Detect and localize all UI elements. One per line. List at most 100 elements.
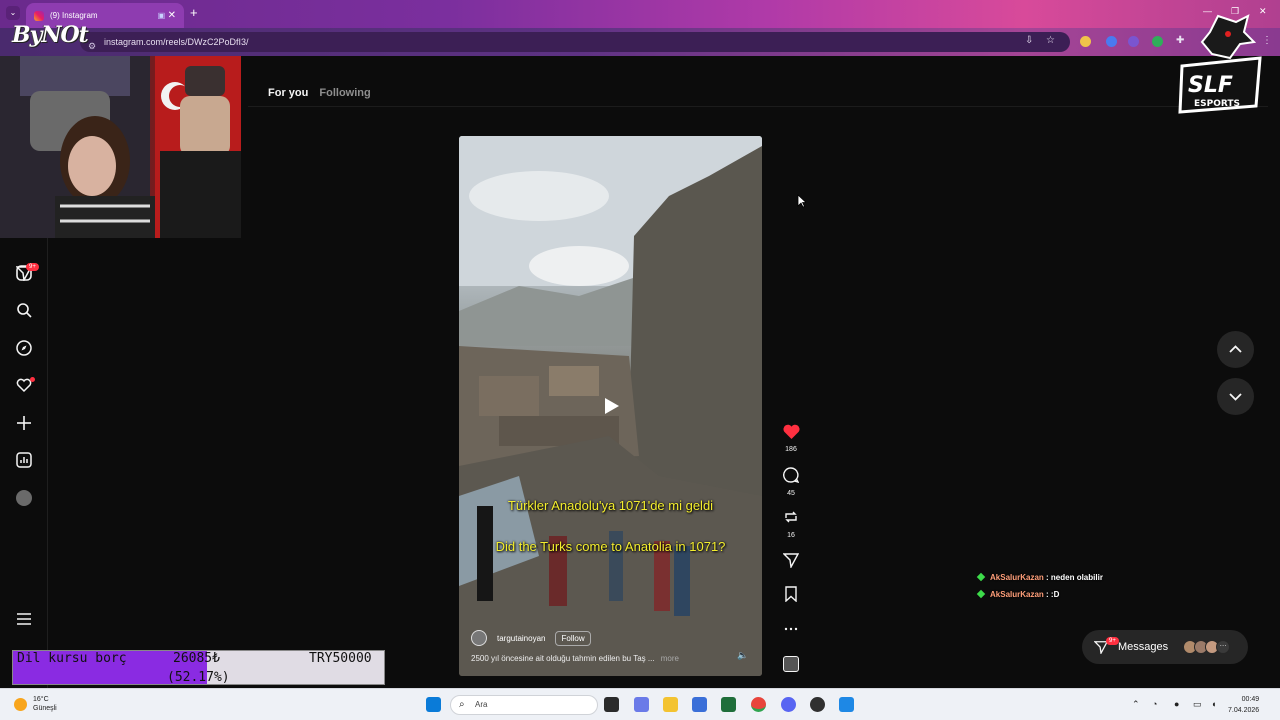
follow-button[interactable]: Follow	[555, 630, 591, 646]
tab-for-you[interactable]: For you	[268, 87, 308, 99]
goal-target: TRY50000	[309, 651, 372, 666]
comment-icon[interactable]	[783, 467, 800, 484]
chat-platform-icon	[976, 572, 986, 582]
slf-esports-logo: SLF ESPORTS	[1178, 14, 1262, 114]
bookmark-star-icon[interactable]: ☆	[1046, 35, 1055, 46]
install-app-icon[interactable]: ⇩	[1025, 35, 1033, 46]
recent-contacts: ⋯	[1183, 640, 1231, 654]
author-username[interactable]: targutainoyan	[497, 634, 545, 643]
notification-dot	[30, 377, 35, 382]
clock-time: 00:49	[1241, 696, 1260, 703]
chat-text: : :D	[1046, 590, 1060, 599]
windows-taskbar: 16°C Güneşli ⌕ Ara ⌃ ◔ ● ▭ ◖ 00:49 7.04.…	[0, 688, 1280, 720]
bookmark-icon[interactable]	[783, 586, 799, 603]
reel-video[interactable]: Türkler Anadolu'ya 1071'de mi geldi Did …	[459, 136, 762, 676]
extension-icon[interactable]	[1152, 36, 1163, 47]
address-bar[interactable]: ⚙ instagram.com/reels/DWzC2PoDfI3/	[80, 32, 1070, 52]
obs-icon[interactable]	[810, 697, 825, 712]
share-action[interactable]	[780, 552, 802, 573]
play-icon[interactable]	[601, 396, 621, 416]
taskbar-search[interactable]: ⌕ Ara	[450, 695, 598, 715]
more-dots-icon[interactable]	[783, 621, 799, 637]
comment-action[interactable]: 45	[780, 467, 802, 497]
weather-widget[interactable]: 16°C Güneşli	[14, 695, 57, 713]
tray-display-icon[interactable]: ▭	[1193, 699, 1202, 710]
sun-icon	[14, 697, 27, 711]
chat-username: AkSalurKazan	[990, 590, 1044, 599]
previous-reel-button[interactable]	[1217, 331, 1254, 368]
messages-button[interactable]: 9+ Messages ⋯	[1082, 630, 1248, 664]
save-action[interactable]	[780, 586, 802, 607]
repost-action[interactable]: 16	[780, 509, 802, 539]
search-icon: ⌕	[459, 699, 465, 710]
clock-date: 7.04.2026	[1228, 707, 1260, 714]
search-icon[interactable]	[16, 302, 32, 318]
tab-media-icon[interactable]: ▣	[158, 11, 166, 20]
start-windows-icon[interactable]	[426, 697, 441, 712]
new-tab-button[interactable]: +	[190, 5, 198, 20]
chevron-up-icon	[1229, 345, 1242, 353]
next-reel-button[interactable]	[1217, 378, 1254, 415]
chevron-down-icon	[1229, 393, 1242, 401]
search-placeholder: Ara	[475, 700, 488, 709]
chat-platform-icon	[976, 589, 986, 599]
audio-cover-icon[interactable]	[783, 656, 799, 672]
goal-current: 26085₺	[173, 651, 220, 666]
profile-avatar[interactable]	[16, 490, 32, 506]
repost-icon[interactable]	[783, 509, 799, 525]
chrome-icon[interactable]	[751, 697, 766, 712]
url-text: instagram.com/reels/DWzC2PoDfI3/	[104, 37, 249, 47]
share-send-icon[interactable]	[782, 552, 800, 570]
webcam-overlay	[0, 56, 241, 238]
browser-tabbar: ⌄ (9) Instagram ▣ ✕ + — ❐ ✕	[0, 0, 1280, 28]
task-view-icon[interactable]	[604, 697, 619, 712]
weather-temp: 16°C	[33, 696, 49, 703]
tray-volume-icon[interactable]: ◖	[1211, 699, 1216, 709]
more-link[interactable]: more	[661, 654, 679, 663]
feed-divider	[248, 106, 1268, 107]
like-action[interactable]: 186	[780, 424, 802, 453]
app-icon[interactable]	[839, 697, 854, 712]
file-explorer-icon[interactable]	[663, 697, 678, 712]
tray-network-icon[interactable]: ◔	[1152, 699, 1157, 709]
goal-label: Dil kursu borç	[17, 651, 127, 666]
app-icon[interactable]	[721, 697, 736, 712]
system-clock[interactable]: 00:49 7.04.2026	[1228, 694, 1259, 716]
tab-title: (9) Instagram	[50, 11, 98, 20]
extension-icon[interactable]	[1106, 36, 1117, 47]
reel-caption-english: Did the Turks come to Anatolia in 1071?	[495, 539, 726, 554]
close-tab-icon[interactable]: ✕	[168, 10, 176, 21]
volume-icon[interactable]: 🔈	[737, 650, 748, 661]
reel-description-text: 2500 yıl öncesine ait olduğu tahmin edil…	[471, 654, 655, 663]
more-contacts-icon: ⋯	[1216, 640, 1231, 654]
extension-icon[interactable]	[1128, 36, 1139, 47]
site-info-icon[interactable]: ⚙	[88, 36, 96, 56]
mouse-cursor-icon	[797, 194, 806, 208]
store-icon[interactable]	[692, 697, 707, 712]
tray-mic-icon[interactable]: ●	[1174, 699, 1179, 709]
like-count: 186	[785, 446, 797, 453]
create-plus-icon[interactable]	[16, 415, 32, 431]
like-heart-icon[interactable]	[782, 424, 800, 439]
tab-search-icon[interactable]: ⌄	[6, 6, 20, 20]
discord-icon[interactable]	[781, 697, 796, 712]
copilot-icon[interactable]	[634, 697, 649, 712]
tray-chevron-up-icon[interactable]: ⌃	[1132, 699, 1140, 710]
goal-percent: (52.17%)	[167, 670, 230, 685]
more-options-action[interactable]	[780, 621, 802, 642]
author-avatar[interactable]	[471, 630, 487, 646]
dashboard-icon[interactable]	[16, 452, 32, 468]
tab-following[interactable]: Following	[319, 87, 370, 99]
extension-icon[interactable]	[1080, 36, 1091, 47]
chat-text: : neden olabilir	[1046, 573, 1103, 582]
svg-text:ESPORTS: ESPORTS	[1194, 99, 1240, 109]
reel-author: targutainoyan Follow	[471, 630, 591, 646]
webcam-feed	[0, 56, 241, 238]
explore-compass-icon[interactable]	[16, 340, 32, 356]
chat-message: AkSalurKazan : :D	[976, 589, 1060, 599]
notification-badge: 9+	[26, 263, 39, 271]
more-menu-icon[interactable]	[16, 611, 32, 627]
audio-thumbnail[interactable]	[780, 656, 802, 672]
svg-text:SLF: SLF	[1188, 73, 1233, 98]
bynot-logo: ByNOt	[12, 22, 89, 48]
